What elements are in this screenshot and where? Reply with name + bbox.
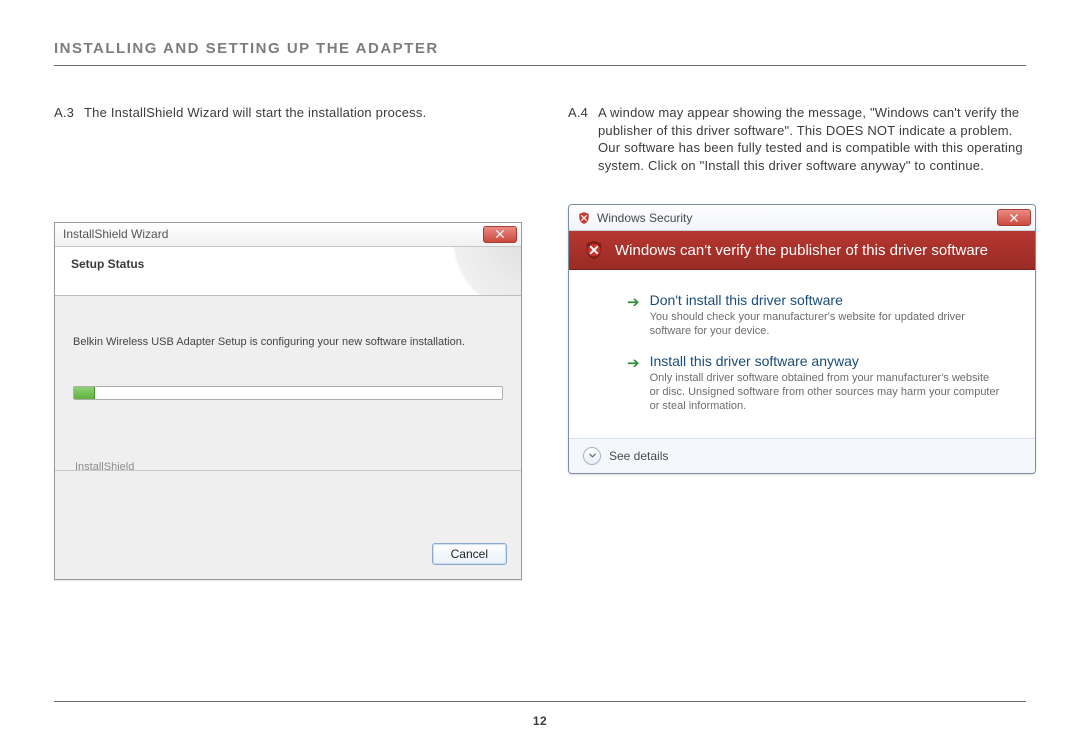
installshield-message: Belkin Wireless USB Adapter Setup is con… xyxy=(73,336,503,348)
security-option-dont-install[interactable]: ➔ Don't install this driver software You… xyxy=(627,292,1017,339)
security-dialog: Windows Security Windows can't verify th… xyxy=(568,204,1036,473)
security-see-details-label: See details xyxy=(609,449,668,463)
shield-icon xyxy=(577,211,591,225)
page-number: 12 xyxy=(0,714,1080,728)
security-option2-desc: Only install driver software obtained fr… xyxy=(650,371,1000,414)
divider-bottom xyxy=(54,701,1026,702)
security-banner: Windows can't verify the publisher of th… xyxy=(569,231,1035,270)
step-a3: A.3 The InstallShield Wizard will start … xyxy=(54,104,522,122)
page-curl-decoration xyxy=(431,247,521,296)
arrow-right-icon: ➔ xyxy=(627,294,640,339)
security-window-title: Windows Security xyxy=(597,211,692,225)
step-a4-num: A.4 xyxy=(568,104,598,174)
security-see-details[interactable]: See details xyxy=(569,438,1035,473)
shield-icon xyxy=(583,239,605,261)
divider-top xyxy=(54,65,1026,66)
figure-windows-security: Windows Security Windows can't verify th… xyxy=(568,204,1036,473)
installshield-window-title: InstallShield Wizard xyxy=(63,227,168,241)
installshield-heading: Setup Status xyxy=(71,257,144,271)
security-option1-desc: You should check your manufacturer's web… xyxy=(650,310,1000,339)
section-title: INSTALLING AND SETTING UP THE ADAPTER xyxy=(54,40,1026,57)
step-a3-num: A.3 xyxy=(54,104,84,122)
step-a4: A.4 A window may appear showing the mess… xyxy=(568,104,1036,174)
step-a4-text: A window may appear showing the message,… xyxy=(598,104,1036,174)
progress-bar-fill xyxy=(74,387,95,399)
installshield-heading-area: Setup Status xyxy=(55,247,521,296)
close-icon[interactable] xyxy=(483,226,517,243)
arrow-right-icon: ➔ xyxy=(627,355,640,414)
installshield-titlebar: InstallShield Wizard xyxy=(55,223,521,247)
security-option-install-anyway[interactable]: ➔ Install this driver software anyway On… xyxy=(627,353,1017,414)
progress-bar xyxy=(73,386,503,400)
step-a3-text: The InstallShield Wizard will start the … xyxy=(84,104,522,122)
cancel-button[interactable]: Cancel xyxy=(432,543,507,565)
installshield-window: InstallShield Wizard Setup Status Belkin… xyxy=(54,222,522,580)
chevron-down-icon xyxy=(583,447,601,465)
security-titlebar: Windows Security xyxy=(569,205,1035,231)
security-option2-headline: Install this driver software anyway xyxy=(650,353,1000,369)
security-option1-headline: Don't install this driver software xyxy=(650,292,1000,308)
security-banner-text: Windows can't verify the publisher of th… xyxy=(615,242,988,259)
figure-installshield: InstallShield Wizard Setup Status Belkin… xyxy=(54,222,522,580)
installshield-brand: InstallShield xyxy=(75,461,134,473)
close-icon[interactable] xyxy=(997,209,1031,226)
